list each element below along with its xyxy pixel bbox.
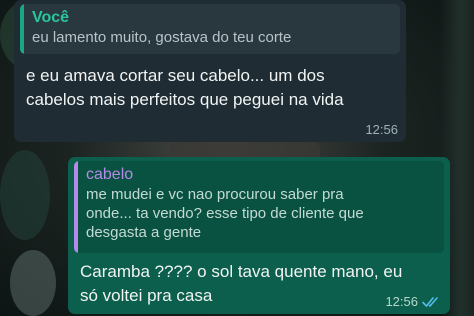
quoted-reply[interactable]: cabelo me mudei e vc nao procurou saber … [74,161,444,253]
message-meta: 12:56 [385,294,442,309]
message-meta: 12:56 [365,122,398,137]
message-line: cabelos mais perfeitos que peguei na vid… [26,90,344,109]
message-text: e eu amava cortar seu cabelo... um dos c… [20,54,400,112]
message-time: 12:56 [385,294,418,309]
quoted-line: me mudei e vc nao procurou saber pra [86,186,344,203]
message-line: Caramba ???? o sol tava quente mano, eu [80,262,403,281]
quoted-line: desgasta a gente [86,224,202,241]
double-check-read-icon [422,296,438,307]
message-bubble-incoming[interactable]: Você eu lamento muito, gostava do teu co… [14,0,406,142]
message-line: e eu amava cortar seu cabelo... um dos [26,66,325,85]
message-line: só voltei pra casa [80,286,213,305]
message-time: 12:56 [365,122,398,137]
quoted-line: onde... ta vendo? esse tipo de cliente q… [86,205,364,222]
quoted-author: Você [32,9,70,26]
quoted-text: me mudei e vc nao procurou saber pra ond… [86,185,436,242]
message-bubble-outgoing[interactable]: cabelo me mudei e vc nao procurou saber … [68,157,450,314]
quoted-author: cabelo [86,166,134,183]
quoted-text: eu lamento muito, gostava do teu corte [32,29,292,46]
quoted-reply[interactable]: Você eu lamento muito, gostava do teu co… [20,4,400,54]
